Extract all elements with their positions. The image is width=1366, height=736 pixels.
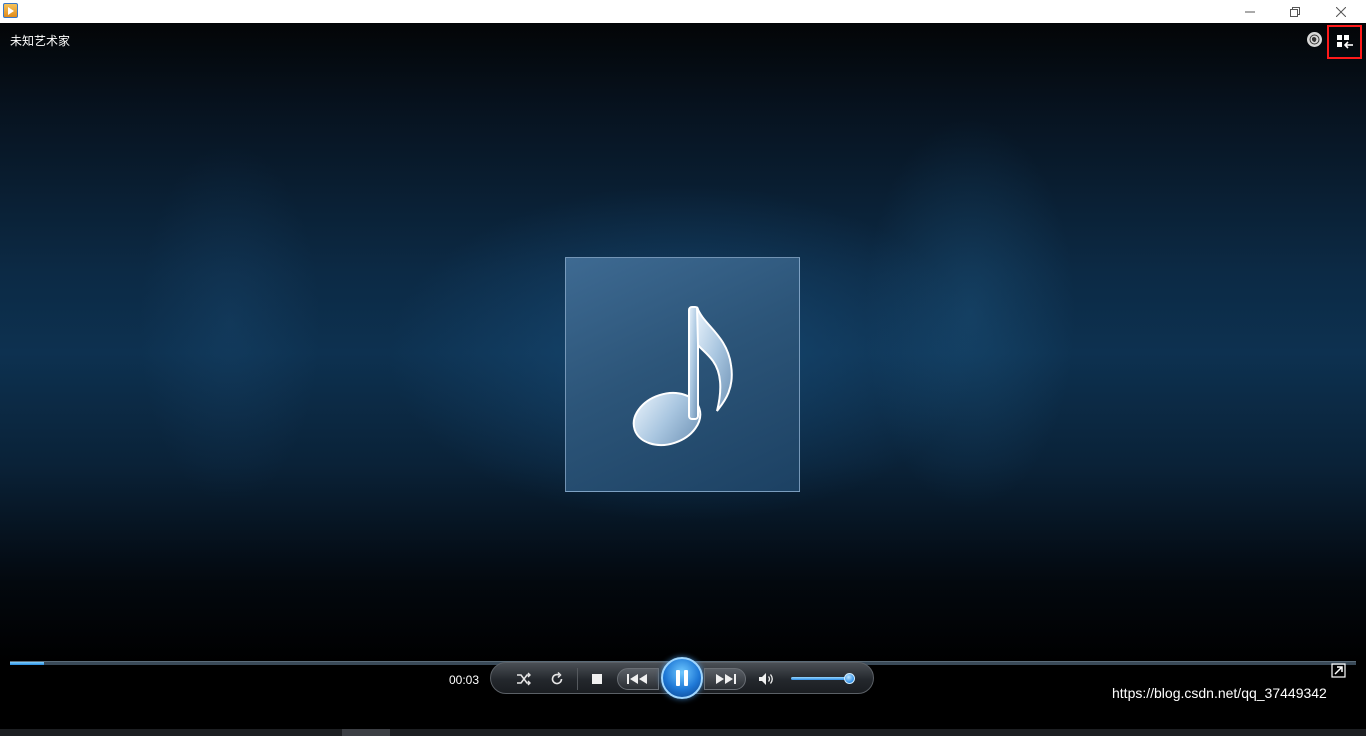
switch-to-compact-button[interactable]: [1331, 663, 1346, 678]
shuffle-button[interactable]: [513, 669, 535, 689]
mute-button[interactable]: [756, 669, 778, 689]
previous-button[interactable]: [617, 668, 659, 690]
stop-icon: [592, 674, 602, 684]
now-playing-view: 未知艺术家: [0, 23, 1366, 736]
previous-icon: [627, 674, 647, 684]
repeat-button[interactable]: [546, 669, 568, 689]
volume-icon: [759, 673, 773, 685]
stop-button[interactable]: [586, 669, 608, 689]
media-player-window: 未知艺术家 00:03 https://blog.csdn.net/qq_374…: [0, 0, 1366, 736]
pause-button[interactable]: [661, 657, 703, 699]
music-note-icon: [632, 305, 733, 446]
taskbar-strip: [0, 729, 1366, 736]
seek-bar-progress: [10, 662, 44, 665]
switch-to-compact-icon: [1331, 663, 1346, 678]
repeat-icon: [551, 672, 563, 685]
album-art: [565, 257, 800, 492]
artist-label: 未知艺术家: [10, 34, 71, 48]
taskbar-active-item[interactable]: [342, 729, 390, 736]
globe-icon[interactable]: [1307, 32, 1322, 47]
next-icon: [716, 674, 736, 684]
close-icon: [1336, 6, 1346, 17]
control-divider: [577, 668, 578, 690]
minimize-button[interactable]: [1227, 0, 1273, 23]
switch-to-library-button[interactable]: [1327, 25, 1362, 59]
elapsed-time: 00:03: [449, 673, 480, 687]
watermark-text: https://blog.csdn.net/qq_37449342: [1112, 685, 1327, 701]
restore-button[interactable]: [1272, 0, 1318, 23]
shuffle-icon: [517, 672, 531, 686]
pause-icon: [676, 670, 688, 686]
title-bar: [0, 0, 1366, 23]
minimize-icon: [1245, 11, 1255, 12]
switch-to-library-icon: [1336, 35, 1353, 49]
restore-icon: [1290, 6, 1300, 17]
next-button[interactable]: [704, 668, 746, 690]
media-player-icon: [3, 3, 18, 18]
close-button[interactable]: [1318, 0, 1364, 23]
volume-level: [791, 677, 850, 680]
